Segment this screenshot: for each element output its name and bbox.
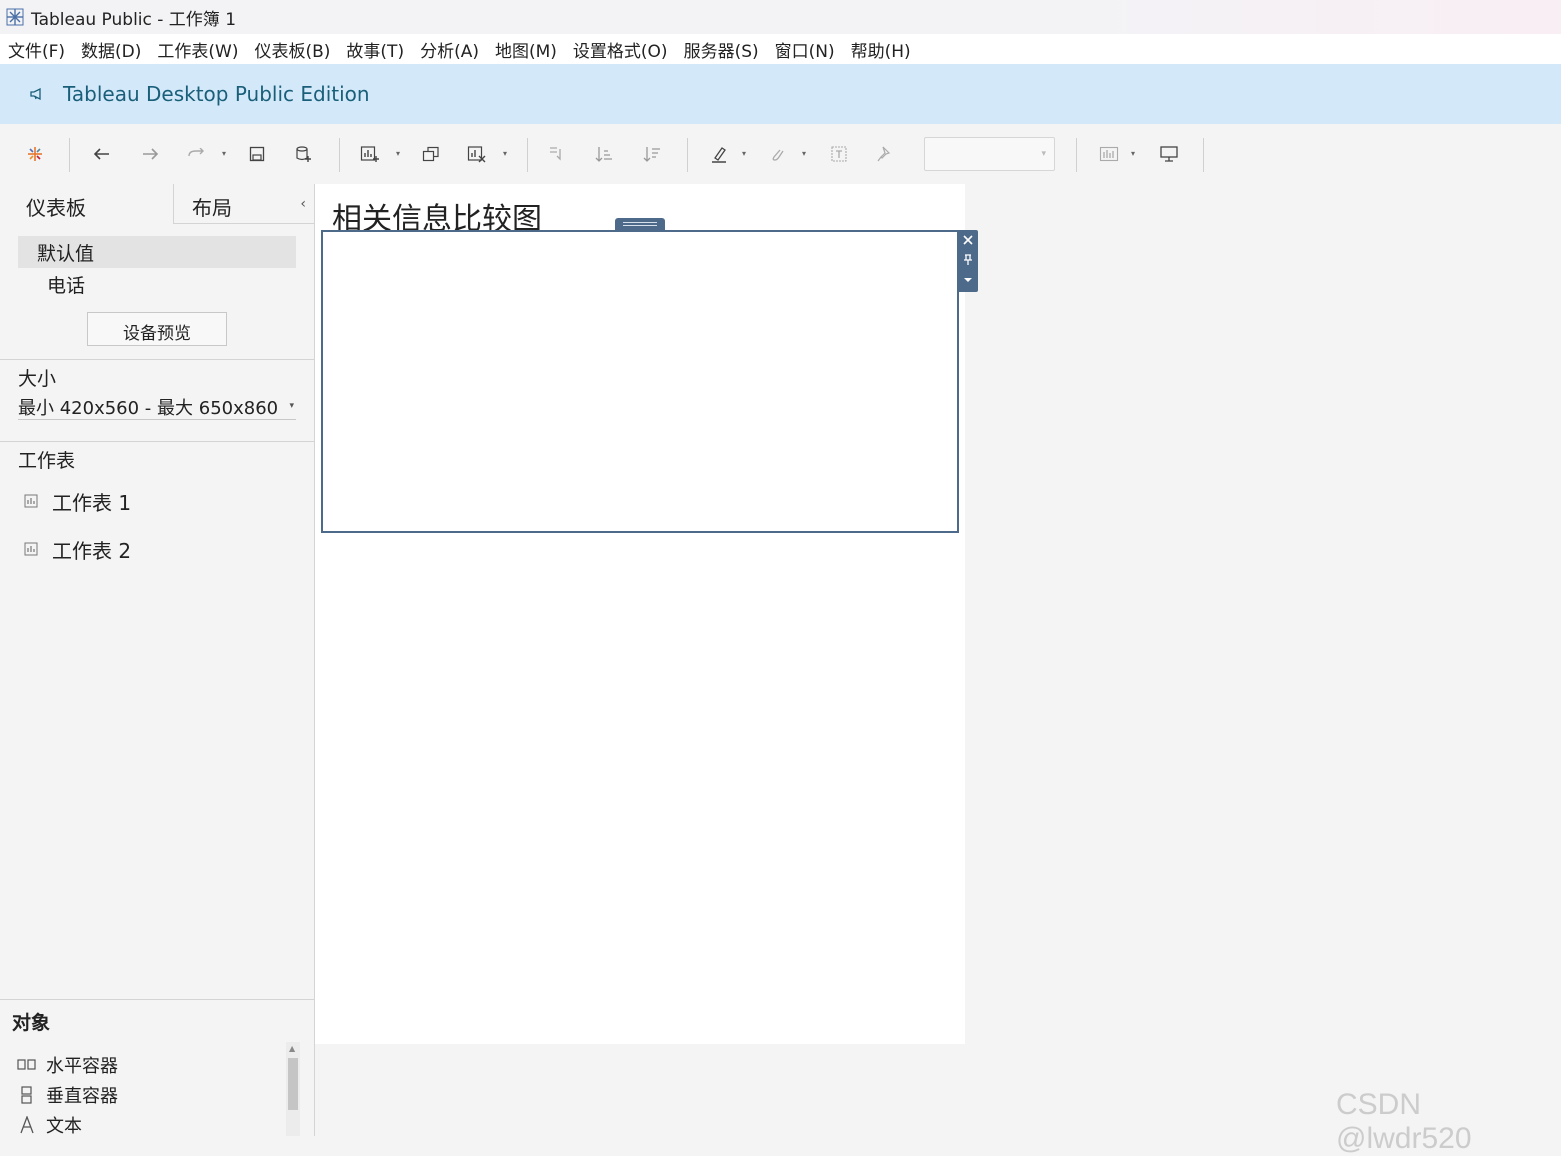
sort-ascending-icon[interactable]: [591, 141, 617, 167]
object-label: 水平容器: [46, 1056, 118, 1077]
divider: [0, 999, 314, 1000]
vertical-container-icon: [16, 1085, 38, 1105]
menu-server[interactable]: 服务器(S): [684, 37, 759, 62]
divider: [0, 441, 314, 442]
menu-bar: 文件(F) 数据(D) 工作表(W) 仪表板(B) 故事(T) 分析(A) 地图…: [0, 34, 1561, 64]
menu-data[interactable]: 数据(D): [81, 37, 141, 62]
group-dropdown-icon[interactable]: ▾: [802, 149, 810, 158]
divider: [0, 359, 314, 360]
size-select[interactable]: 最小 420x560 - 最大 650x860 ▾: [18, 392, 296, 420]
sheets-label: 工作表: [18, 450, 76, 472]
toolbar-separator: [687, 138, 688, 172]
zone-controls: [958, 230, 978, 292]
highlight-dropdown-icon[interactable]: ▾: [742, 149, 750, 158]
text-icon: [16, 1115, 38, 1135]
window-title: Tableau Public - 工作簿 1: [31, 9, 237, 30]
close-icon[interactable]: [958, 230, 978, 250]
save-icon[interactable]: [244, 141, 270, 167]
edition-banner-text: Tableau Desktop Public Edition: [63, 82, 370, 106]
tab-dashboard[interactable]: 仪表板: [0, 184, 174, 224]
worksheet-icon: [24, 493, 40, 509]
undo-icon[interactable]: [89, 141, 115, 167]
fix-axes-icon[interactable]: [872, 141, 898, 167]
collapse-pane-icon[interactable]: ‹: [300, 196, 306, 212]
object-label: 文本: [46, 1116, 82, 1137]
new-datasource-icon[interactable]: [291, 141, 317, 167]
fit-dropdown[interactable]: ▾: [924, 137, 1055, 171]
tableau-logo-icon[interactable]: [22, 141, 48, 167]
new-worksheet-icon[interactable]: [357, 141, 383, 167]
sheet-label: 工作表 2: [52, 538, 132, 563]
zone-drag-handle[interactable]: [615, 218, 665, 230]
toolbar-separator: [1076, 138, 1077, 172]
menu-analysis[interactable]: 分析(A): [420, 37, 479, 62]
device-phone[interactable]: 电话: [18, 268, 296, 300]
edition-banner: Tableau Desktop Public Edition: [0, 64, 1561, 124]
object-vertical-container[interactable]: 垂直容器: [16, 1082, 118, 1108]
toolbar: ▾ ▾ ▾ ▾ ▾ ▾ ▾: [0, 124, 1561, 184]
device-preview-button[interactable]: 设备预览: [87, 312, 227, 346]
drag-grip-icon: [623, 222, 657, 226]
object-label: 垂直容器: [46, 1086, 118, 1107]
menu-help[interactable]: 帮助(H): [851, 37, 911, 62]
show-me-icon[interactable]: [1096, 141, 1122, 167]
chevron-down-icon: ▾: [289, 401, 294, 411]
redo-icon[interactable]: [137, 141, 163, 167]
sheet-item[interactable]: 工作表 2: [24, 534, 131, 564]
presentation-icon[interactable]: [1156, 141, 1182, 167]
worksheet-icon: [24, 541, 40, 557]
replay-icon[interactable]: [183, 141, 209, 167]
pin-icon[interactable]: [958, 250, 978, 270]
object-text[interactable]: 文本: [16, 1112, 82, 1138]
megaphone-icon: [30, 86, 46, 102]
toolbar-separator: [69, 138, 70, 172]
objects-label: 对象: [12, 1012, 51, 1034]
group-icon[interactable]: [764, 141, 790, 167]
menu-map[interactable]: 地图(M): [495, 37, 557, 62]
tableau-app-icon: [5, 7, 25, 27]
empty-dashboard-zone[interactable]: [321, 230, 959, 533]
menu-worksheet[interactable]: 工作表(W): [157, 37, 238, 62]
duplicate-icon[interactable]: [418, 141, 444, 167]
clear-sheet-icon[interactable]: [464, 141, 490, 167]
menu-window[interactable]: 窗口(N): [775, 37, 835, 62]
objects-scrollbar[interactable]: ▲: [286, 1042, 300, 1136]
clear-sheet-dropdown-icon[interactable]: ▾: [503, 149, 511, 158]
menu-file[interactable]: 文件(F): [8, 37, 65, 62]
dashboard-side-pane: 仪表板 布局 ‹ 默认值 电话 设备预览 大小 最小 420x560 - 最大 …: [0, 184, 315, 1138]
size-select-value: 最小 420x560 - 最大 650x860: [18, 398, 279, 419]
new-worksheet-dropdown-icon[interactable]: ▾: [396, 149, 404, 158]
replay-dropdown-icon[interactable]: ▾: [222, 149, 230, 158]
sheet-item[interactable]: 工作表 1: [24, 486, 131, 516]
tab-layout[interactable]: 布局 ‹: [173, 184, 314, 224]
toolbar-separator: [339, 138, 340, 172]
pane-tabs: 仪表板 布局 ‹: [0, 184, 314, 224]
menu-dashboard[interactable]: 仪表板(B): [254, 37, 330, 62]
highlight-icon[interactable]: [706, 141, 732, 167]
toolbar-separator: [527, 138, 528, 172]
menu-story[interactable]: 故事(T): [346, 37, 404, 62]
menu-format[interactable]: 设置格式(O): [573, 37, 668, 62]
swap-icon[interactable]: [543, 141, 569, 167]
chevron-down-icon: ▾: [1041, 149, 1046, 159]
size-label: 大小: [18, 368, 57, 390]
tab-layout-label: 布局: [192, 196, 232, 220]
dashboard-canvas[interactable]: 相关信息比较图: [315, 184, 978, 1044]
scrollbar-thumb[interactable]: [288, 1058, 298, 1110]
object-horizontal-container[interactable]: 水平容器: [16, 1052, 118, 1078]
more-options-icon[interactable]: [958, 270, 978, 290]
title-bar: Tableau Public - 工作簿 1: [0, 0, 1561, 34]
horizontal-container-icon: [16, 1055, 38, 1075]
show-labels-icon[interactable]: [826, 141, 852, 167]
scroll-up-icon[interactable]: ▲: [289, 1044, 295, 1053]
device-default[interactable]: 默认值: [18, 236, 296, 268]
toolbar-separator: [1203, 138, 1204, 172]
watermark: CSDN @lwdr520: [1336, 1088, 1472, 1155]
sort-descending-icon[interactable]: [639, 141, 665, 167]
show-me-dropdown-icon[interactable]: ▾: [1131, 149, 1139, 158]
sheet-label: 工作表 1: [52, 490, 132, 515]
